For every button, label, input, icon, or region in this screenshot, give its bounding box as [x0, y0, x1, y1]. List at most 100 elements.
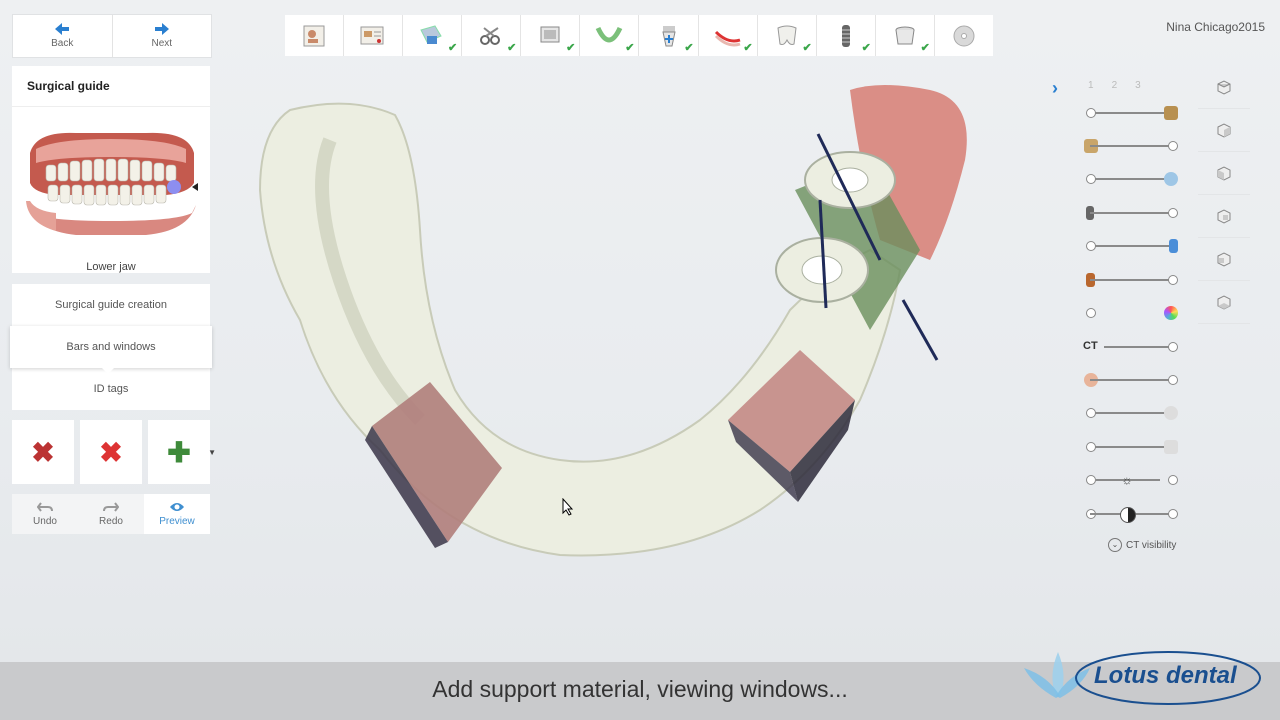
slider-contrast[interactable]	[1082, 506, 1182, 523]
remove-icon: ✖	[99, 436, 123, 468]
next-button[interactable]: Next	[111, 15, 212, 57]
order-form-icon	[360, 26, 384, 44]
view-buttons	[1198, 66, 1250, 324]
jaw-label: Lower jaw	[86, 261, 136, 273]
undo-label: Undo	[33, 516, 57, 527]
teeth-model-image	[26, 132, 198, 235]
screw-icon	[841, 24, 850, 47]
color-wheel-icon	[1164, 306, 1178, 320]
toolbar-step-segmentation[interactable]: ✔	[462, 15, 522, 56]
redo-label: Redo	[99, 516, 123, 527]
cube-back-icon	[1217, 252, 1231, 267]
check-icon: ✔	[625, 42, 635, 54]
step-id-tags[interactable]: ID tags	[12, 368, 210, 410]
back-next-bar: Back Next	[12, 14, 212, 58]
toolbar-step-patient[interactable]	[285, 15, 345, 56]
ct-visibility-toggle[interactable]: ⌄ CT visibility	[1108, 538, 1176, 552]
slider-crown-opacity[interactable]	[1082, 138, 1182, 154]
scan-icon	[420, 24, 442, 44]
back-label: Back	[51, 38, 74, 49]
slider-cylinder-opacity[interactable]	[1082, 238, 1182, 254]
cube-left-icon	[1217, 166, 1231, 181]
undo-icon	[37, 502, 53, 512]
view-right-button[interactable]	[1198, 195, 1250, 238]
view-left-button[interactable]	[1198, 152, 1250, 195]
sun-icon: ☼	[1121, 473, 1133, 487]
toolbar-step-guide-design[interactable]: ✔	[758, 15, 817, 56]
disc-icon	[953, 25, 975, 46]
redo-button[interactable]: Redo	[78, 494, 144, 534]
check-icon: ✔	[566, 42, 576, 54]
step-surgical-guide-creation[interactable]: Surgical guide creation	[12, 284, 210, 326]
slider-tooth-opacity[interactable]	[1082, 171, 1182, 187]
slider-skin-opacity[interactable]	[1082, 372, 1182, 388]
patient-card-icon	[303, 25, 325, 46]
view-back-button[interactable]	[1198, 238, 1250, 281]
blue-cylinder-icon	[1169, 239, 1178, 253]
cube-top-icon	[1217, 80, 1231, 95]
arrow-left-icon	[55, 23, 70, 35]
slider-abutment-opacity[interactable]	[1082, 272, 1182, 288]
toolbar-step-guide-outline[interactable]: ✔	[699, 15, 758, 56]
step-bars-and-windows[interactable]: Bars and windows	[10, 326, 212, 374]
check-icon: ✔	[743, 42, 753, 54]
color-picker-row[interactable]	[1082, 305, 1182, 321]
slider-ct-opacity[interactable]	[1082, 339, 1182, 355]
implant-axis-3	[901, 299, 939, 361]
next-label: Next	[151, 38, 173, 49]
3d-viewport[interactable]	[230, 70, 1060, 590]
slider-sleeve-opacity[interactable]	[1082, 105, 1182, 121]
back-button[interactable]: Back	[13, 15, 112, 57]
user-name: Nina Chicago2015	[1166, 20, 1265, 34]
toolbar-step-order[interactable]	[344, 15, 404, 56]
preview-label: Preview	[159, 516, 195, 527]
toolbar-step-implant-planning[interactable]: ✔	[639, 15, 699, 56]
view-front-button[interactable]	[1198, 109, 1250, 152]
remove-all-icon: ✖	[31, 436, 55, 468]
page-tabs: 1 2 3	[1088, 80, 1141, 91]
add-button[interactable]: ✚ ▼	[148, 420, 216, 484]
toolbar-step-export[interactable]	[935, 15, 993, 56]
eye-icon	[170, 503, 184, 511]
toolbar-step-ct-alignment[interactable]: ✔	[521, 15, 581, 56]
page-tab-3[interactable]: 3	[1135, 80, 1141, 91]
view-top-button[interactable]	[1198, 66, 1250, 109]
slider-bone-opacity[interactable]	[1082, 405, 1182, 421]
check-icon: ✔	[448, 42, 458, 54]
workflow-toolbar: ✔ ✔ ✔ ✔ ✔ ✔ ✔ ✔ ✔	[285, 15, 993, 56]
undo-button[interactable]: Undo	[12, 494, 78, 534]
check-icon: ✔	[920, 42, 930, 54]
remove-all-button[interactable]: ✖	[12, 420, 74, 484]
mouse-cursor-icon	[562, 498, 574, 516]
surgical-guide-panel: Surgical guide Lower jaw	[12, 66, 210, 273]
toolbar-step-implant[interactable]: ✔	[817, 15, 876, 56]
guide-outline-icon	[714, 30, 741, 46]
add-icon: ✚	[167, 436, 191, 468]
preview-button[interactable]: Preview	[144, 494, 210, 534]
page-tab-2[interactable]: 2	[1112, 80, 1118, 91]
sleeve-icon	[895, 26, 915, 44]
scissors-icon	[480, 26, 501, 45]
check-icon: ✔	[802, 42, 812, 54]
workflow-steps: Surgical guide creation Bars and windows…	[10, 284, 212, 410]
slider-brightness[interactable]: ☼	[1082, 472, 1182, 488]
view-bottom-button[interactable]	[1198, 281, 1250, 324]
toolbar-step-sleeve[interactable]: ✔	[876, 15, 935, 56]
check-icon: ✔	[507, 42, 517, 54]
jaw-thumbnail[interactable]: Lower jaw	[12, 107, 210, 273]
panel-title: Surgical guide	[12, 66, 210, 107]
slider-implant-opacity[interactable]	[1082, 205, 1182, 221]
tooth-model-icon	[1164, 172, 1178, 186]
check-icon: ✔	[684, 42, 694, 54]
remove-button[interactable]: ✖	[80, 420, 142, 484]
chevron-down-icon: ⌄	[1108, 538, 1122, 552]
expand-panel-chevron-icon[interactable]: ›	[1052, 78, 1058, 99]
dropdown-caret-icon[interactable]: ▼	[208, 448, 216, 457]
toolbar-step-scan[interactable]: ✔	[403, 15, 463, 56]
slider-nerve-opacity[interactable]	[1082, 439, 1182, 455]
check-icon: ✔	[861, 42, 871, 54]
undo-redo-preview-bar: Undo Redo Preview	[12, 494, 210, 534]
page-tab-1[interactable]: 1	[1088, 80, 1094, 91]
toolbar-step-arch[interactable]: ✔	[580, 15, 640, 56]
edit-tools: ✖ ✖ ✚ ▼	[12, 420, 216, 484]
